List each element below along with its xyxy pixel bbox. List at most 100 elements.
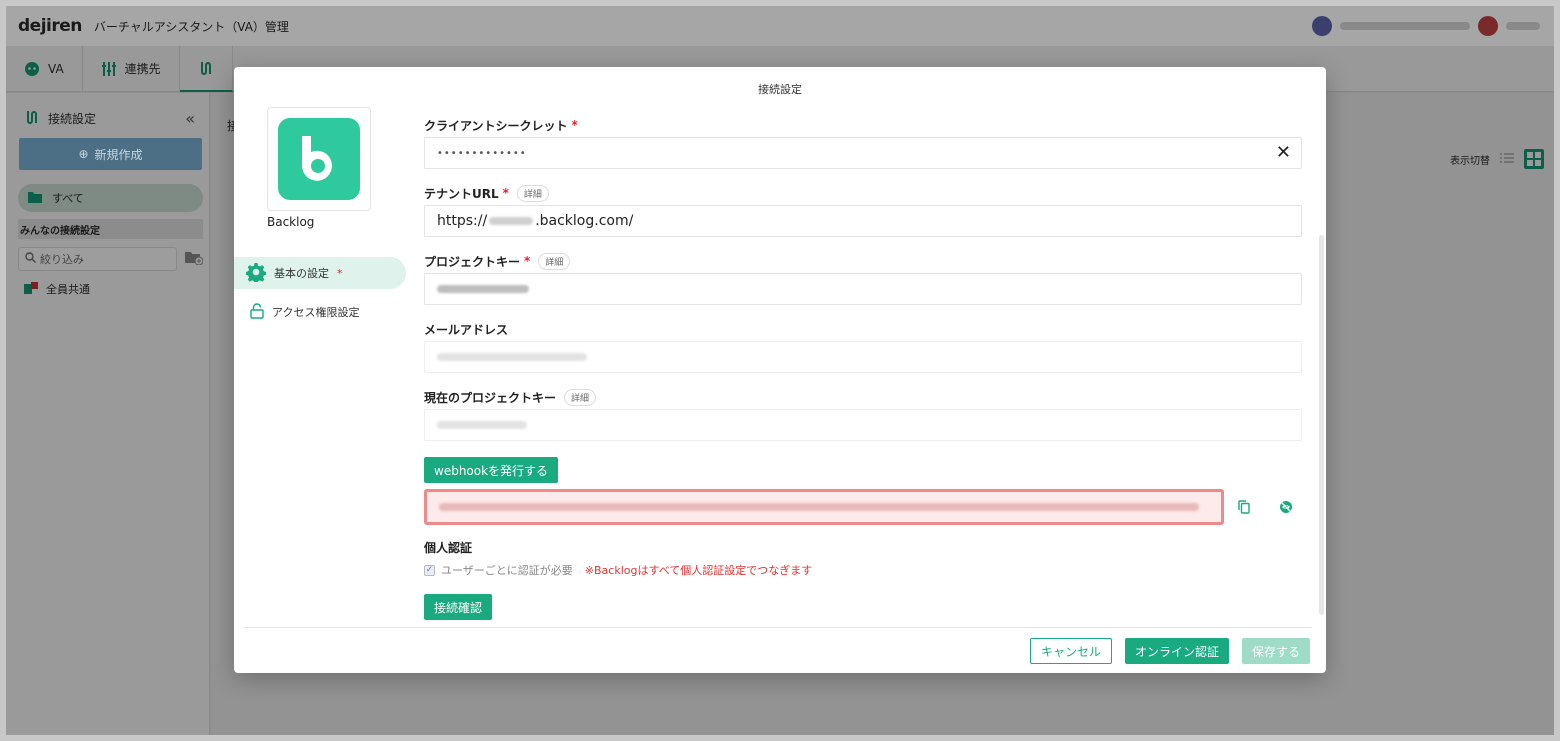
tenant-url-suffix: .backlog.com/ bbox=[535, 213, 634, 229]
tenant-url-label-text: テナントURL bbox=[424, 186, 499, 201]
current-project-key-detail-chip[interactable]: 詳細 bbox=[564, 388, 597, 406]
online-auth-button[interactable]: オンライン認証 bbox=[1124, 638, 1229, 664]
gear-icon bbox=[245, 262, 267, 285]
settings-form: クライアントシークレット * ••••••••••••• ✕ テナントURL *… bbox=[424, 117, 1302, 620]
project-key-input[interactable] bbox=[424, 273, 1302, 305]
project-key-detail-chip[interactable]: 詳細 bbox=[538, 252, 571, 270]
user-avatar[interactable] bbox=[1478, 16, 1498, 36]
client-secret-input[interactable]: ••••••••••••• ✕ bbox=[424, 137, 1302, 169]
modal-footer-divider bbox=[243, 627, 1312, 628]
service-name: Backlog bbox=[267, 215, 315, 229]
view-toggle: 表示切替 bbox=[1450, 149, 1544, 169]
group-icon bbox=[24, 281, 38, 297]
sidebar-header: 接続設定 « bbox=[6, 93, 209, 138]
app-logo: dejiren bbox=[18, 16, 82, 36]
tenant-subdomain-redacted bbox=[489, 217, 534, 225]
filter-placeholder: 絞り込み bbox=[40, 253, 84, 266]
required-mark: * bbox=[571, 118, 578, 132]
nav-access-settings-label: アクセス権限設定 bbox=[272, 306, 360, 319]
current-project-key-label: 現在のプロジェクトキー 詳細 bbox=[424, 388, 1302, 406]
sidebar: 接続設定 « ⊕ 新規作成 すべて みんなの接続設定 絞り込み 全員共通 bbox=[6, 93, 210, 735]
project-key-redacted bbox=[437, 285, 529, 293]
personal-auth-checkbox-label: ユーザーごとに認証が必要 bbox=[441, 564, 573, 577]
required-mark: * bbox=[524, 254, 531, 268]
connection-settings-modal: 接続設定 Backlog 基本の設定 * アクセス権限設定 クライアントシークレ… bbox=[234, 67, 1326, 673]
add-folder-icon[interactable] bbox=[185, 251, 204, 268]
client-secret-label: クライアントシークレット * bbox=[424, 117, 1302, 133]
required-mark: * bbox=[337, 266, 343, 280]
connection-icon bbox=[198, 60, 214, 76]
lock-icon bbox=[250, 302, 264, 322]
client-secret-value: ••••••••••••• bbox=[437, 147, 527, 159]
tenant-url-input[interactable]: https:// .backlog.com/ bbox=[424, 205, 1302, 237]
sidebar-item-all-label: すべて bbox=[52, 192, 84, 205]
project-key-label: プロジェクトキー * 詳細 bbox=[424, 252, 1302, 270]
email-redacted bbox=[437, 353, 587, 361]
grid-view-icon[interactable] bbox=[1524, 149, 1544, 169]
personal-auth-checkbox[interactable]: ✓ bbox=[424, 564, 435, 576]
tab-integrations-label: 連携先 bbox=[124, 62, 161, 76]
app-title: バーチャルアシスタント（VA）管理 bbox=[93, 19, 289, 34]
folder-icon bbox=[28, 191, 42, 206]
required-mark: * bbox=[502, 186, 509, 200]
clear-icon[interactable]: ✕ bbox=[1276, 144, 1291, 162]
user-area[interactable] bbox=[1312, 16, 1540, 36]
modal-title: 接続設定 bbox=[758, 83, 802, 96]
connection-test-button[interactable]: 接続確認 bbox=[424, 594, 493, 620]
tenant-url-prefix: https:// bbox=[437, 213, 488, 229]
current-project-key-label-text: 現在のプロジェクトキー bbox=[424, 390, 557, 405]
nav-basic-settings-label: 基本の設定 bbox=[274, 267, 329, 280]
new-button-label: 新規作成 bbox=[94, 147, 143, 162]
hide-icon[interactable] bbox=[1278, 499, 1294, 515]
robot-icon bbox=[24, 61, 40, 77]
modal-scrollbar[interactable] bbox=[1319, 235, 1324, 615]
plus-circle-icon: ⊕ bbox=[78, 147, 89, 161]
email-input bbox=[424, 341, 1302, 373]
search-icon bbox=[25, 252, 36, 266]
sidebar-item-all[interactable]: すべて bbox=[18, 184, 203, 212]
nav-basic-settings[interactable]: 基本の設定 * bbox=[234, 257, 406, 289]
tenant-url-detail-chip[interactable]: 詳細 bbox=[516, 184, 549, 202]
collapse-icon[interactable]: « bbox=[185, 109, 195, 128]
modal-footer-buttons: キャンセル オンライン認証 保存する bbox=[1029, 638, 1310, 664]
current-project-key-redacted bbox=[437, 421, 527, 429]
sidebar-search: 絞り込み bbox=[18, 247, 204, 271]
save-button[interactable]: 保存する bbox=[1241, 638, 1310, 664]
new-button[interactable]: ⊕ 新規作成 bbox=[19, 138, 202, 170]
sidebar-group-title: みんなの接続設定 bbox=[18, 219, 203, 239]
nav-access-settings[interactable]: アクセス権限設定 bbox=[234, 296, 406, 328]
tab-integrations[interactable]: 連携先 bbox=[83, 45, 180, 92]
backlog-logo-icon bbox=[278, 118, 360, 200]
client-secret-label-text: クライアントシークレット bbox=[424, 118, 568, 133]
list-view-icon[interactable] bbox=[1500, 152, 1514, 167]
personal-auth-note: ※Backlogはすべて個人認証設定でつなぎます bbox=[584, 564, 813, 577]
sliders-icon bbox=[101, 61, 117, 77]
issue-webhook-button[interactable]: webhookを発行する bbox=[424, 457, 559, 483]
workspace-name bbox=[1340, 22, 1470, 30]
webhook-url-field[interactable] bbox=[424, 489, 1224, 525]
webhook-url-redacted bbox=[439, 503, 1199, 511]
tab-va[interactable]: VA bbox=[6, 45, 83, 92]
filter-input[interactable]: 絞り込み bbox=[18, 247, 177, 271]
sidebar-item-everyone[interactable]: 全員共通 bbox=[24, 281, 209, 297]
view-toggle-label: 表示切替 bbox=[1450, 155, 1490, 167]
top-bar: dejiren バーチャルアシスタント（VA）管理 bbox=[6, 6, 1554, 46]
cancel-button[interactable]: キャンセル bbox=[1029, 638, 1112, 664]
sidebar-item-everyone-label: 全員共通 bbox=[46, 283, 90, 296]
copy-icon[interactable] bbox=[1236, 499, 1252, 515]
tenant-url-label: テナントURL * 詳細 bbox=[424, 184, 1302, 202]
tab-connection-settings[interactable] bbox=[179, 45, 233, 92]
service-logo-card bbox=[267, 107, 371, 211]
email-label-text: メールアドレス bbox=[424, 322, 509, 337]
sidebar-heading: 接続設定 bbox=[48, 112, 97, 126]
webhook-row bbox=[424, 489, 1302, 525]
current-project-key-input bbox=[424, 409, 1302, 441]
modal-side-nav: 基本の設定 * アクセス権限設定 bbox=[234, 257, 406, 335]
email-label: メールアドレス bbox=[424, 321, 1302, 337]
tab-va-label: VA bbox=[48, 61, 64, 76]
workspace-avatar[interactable] bbox=[1312, 16, 1332, 36]
personal-auth-label: 個人認証 bbox=[424, 541, 473, 555]
user-name bbox=[1506, 22, 1540, 30]
personal-auth-row: ✓ ユーザーごとに認証が必要 ※Backlogはすべて個人認証設定でつなぎます bbox=[424, 562, 1302, 578]
project-key-label-text: プロジェクトキー bbox=[424, 254, 521, 269]
